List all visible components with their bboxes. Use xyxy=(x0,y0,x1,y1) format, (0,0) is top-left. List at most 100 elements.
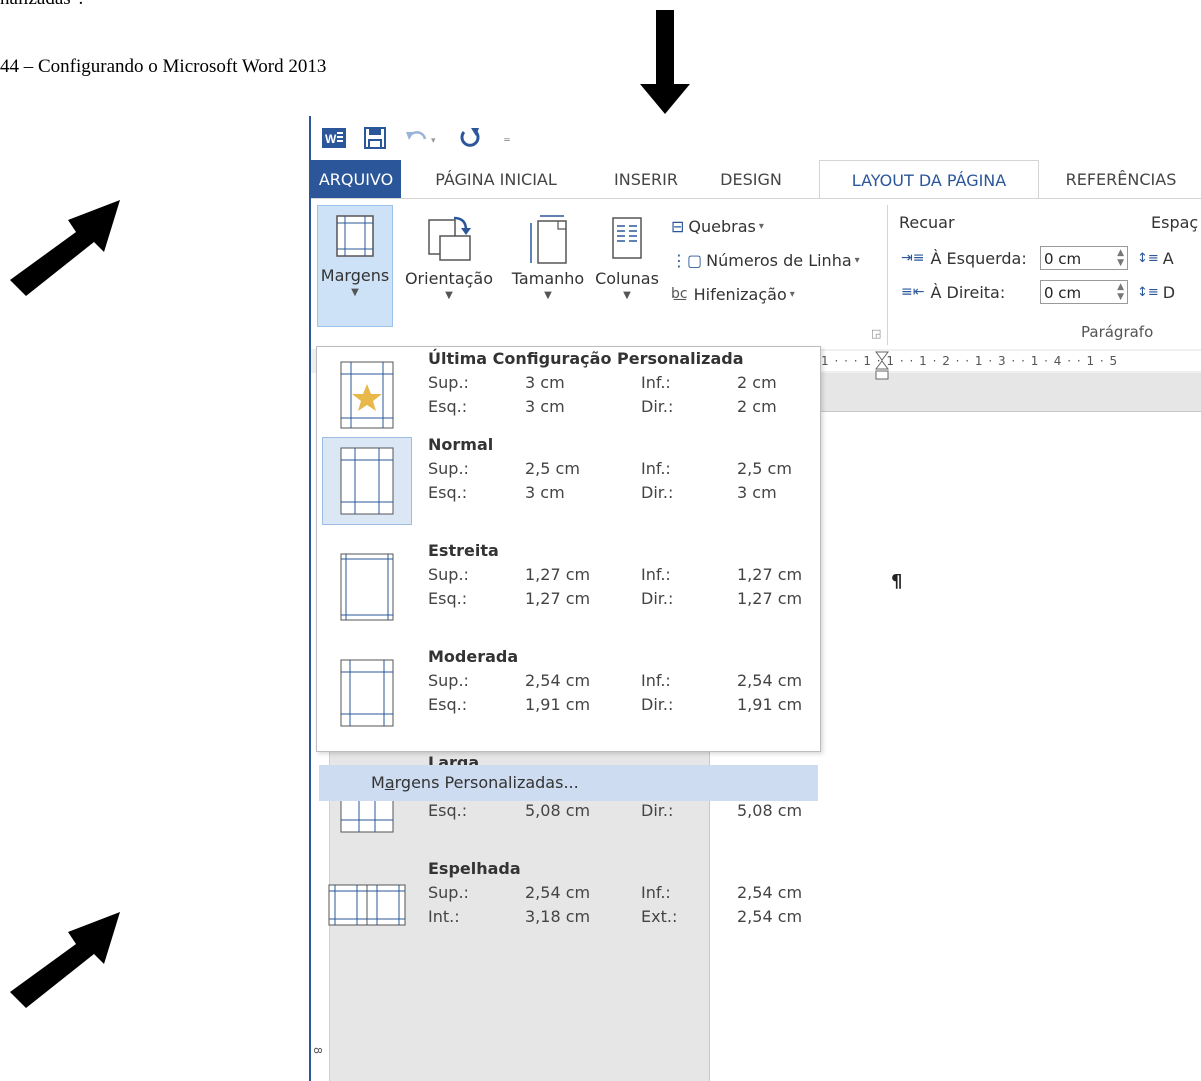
margin-label: Ext.: xyxy=(641,907,678,926)
customize-qat-icon[interactable]: ₌ xyxy=(497,124,517,152)
margens-label: Margens xyxy=(320,266,390,285)
recuo-esquerda-input[interactable]: 0 cm ▲ ▼ xyxy=(1040,246,1128,270)
star-icon xyxy=(322,351,412,439)
margin-value: 2,54 cm xyxy=(525,671,591,690)
indent-marker-icon[interactable] xyxy=(875,351,889,387)
margin-label: Esq.: xyxy=(428,483,468,502)
arrow-down-icon xyxy=(640,10,690,114)
tab-design[interactable]: DESIGN xyxy=(707,160,795,198)
margin-option-moderada[interactable]: Moderada Sup.: 2,54 cm Inf.: 2,54 cm Esq.: 1,… xyxy=(317,647,820,753)
tab-inserir[interactable]: INSERIR xyxy=(601,160,691,198)
tab-layout-da-pagina[interactable]: LAYOUT DA PÁGINA xyxy=(819,160,1039,200)
page-margins-icon xyxy=(322,437,412,525)
margin-label: Dir.: xyxy=(641,483,674,502)
margin-label: Dir.: xyxy=(641,397,674,416)
margin-label: Sup.: xyxy=(428,883,469,902)
save-icon[interactable] xyxy=(361,124,389,152)
margin-label: Int.: xyxy=(428,907,460,926)
margin-value: 1,27 cm xyxy=(737,589,803,608)
recuo-esquerda-label: ⇥≡ À Esquerda: xyxy=(901,245,1027,271)
recuo-esquerda-value: 0 cm xyxy=(1044,250,1082,268)
margin-value: 2,54 cm xyxy=(737,671,803,690)
espacamento-label: Espaç xyxy=(1151,213,1199,232)
page-setup-dialog-launcher-icon[interactable]: ◲ xyxy=(871,327,881,340)
page-margins-icon xyxy=(322,649,412,737)
margin-option-estreita[interactable]: Estreita Sup.: 1,27 cm Inf.: 1,27 cm Esq.: 1,… xyxy=(317,541,820,647)
quebras-button[interactable]: ⊟ Quebras ▾ xyxy=(671,213,764,239)
margin-label: Esq.: xyxy=(428,589,468,608)
tab-referencias[interactable]: REFERÊNCIAS xyxy=(1051,160,1191,198)
svg-text:▾: ▾ xyxy=(431,136,436,146)
margin-label: Sup.: xyxy=(428,565,469,584)
group-separator xyxy=(887,205,888,345)
margin-value: 2,54 cm xyxy=(737,907,803,926)
margens-button[interactable]: Margens ▼ xyxy=(317,205,393,327)
arrow-up-right-icon xyxy=(10,200,120,296)
margin-label: Dir.: xyxy=(641,801,674,820)
margin-label: Dir.: xyxy=(641,589,674,608)
recuar-label: Recuar xyxy=(899,213,955,232)
numeros-de-linha-button[interactable]: ⋮▢ Números de Linha ▾ xyxy=(671,247,860,273)
margin-value: 2,54 cm xyxy=(737,883,803,902)
espacamento-depois: ↕≡ D xyxy=(1137,279,1175,305)
ribbon-panel: Margens ▼ Orientação ▼ Tamanho ▼ Colunas… xyxy=(311,198,1201,350)
option-name: Moderada xyxy=(428,647,519,666)
option-name: Normal xyxy=(428,435,494,454)
option-name: Estreita xyxy=(428,541,499,560)
margin-label: Sup.: xyxy=(428,373,469,392)
columns-icon xyxy=(593,209,661,269)
chevron-down-icon: ▼ xyxy=(351,287,359,298)
recuo-direita-label: ≡⇤ À Direita: xyxy=(901,279,1005,305)
page-break-icon: ⊟ xyxy=(671,216,685,236)
margin-option-espelhada[interactable]: Espelhada Sup.: 2,54 cm Inf.: 2,54 cm Int.: 3… xyxy=(317,859,820,965)
margin-value: 1,91 cm xyxy=(737,695,803,714)
margin-label: Sup.: xyxy=(428,671,469,690)
espacamento-antes: ↕≡ A xyxy=(1137,245,1174,271)
redo-icon[interactable] xyxy=(455,124,487,152)
margin-value: 1,27 cm xyxy=(525,565,591,584)
arrow-up-right-icon xyxy=(10,912,120,1008)
margin-label: Inf.: xyxy=(641,671,671,690)
word-logo-icon: W xyxy=(321,124,347,152)
orientacao-label: Orientação xyxy=(404,269,494,288)
margin-label: Sup.: xyxy=(428,459,469,478)
chevron-down-icon: ▼ xyxy=(445,290,453,301)
margin-value: 1,91 cm xyxy=(525,695,591,714)
chevron-down-icon: ▼ xyxy=(623,290,631,301)
figure-caption: 44 – Configurando o Microsoft Word 2013 xyxy=(0,56,327,77)
hifenizacao-button[interactable]: b͟c Hifenização ▾ xyxy=(671,281,795,307)
quick-access-toolbar: W ▾ ₌ xyxy=(311,116,1201,160)
margin-value: 1,27 cm xyxy=(525,589,591,608)
margins-icon xyxy=(318,206,392,266)
recuo-direita-input[interactable]: 0 cm ▲ ▼ xyxy=(1040,280,1128,304)
chevron-down-icon: ▼ xyxy=(544,290,552,301)
option-name: Última Configuração Personalizada xyxy=(428,349,744,368)
spinner-arrows-icon[interactable]: ▲ ▼ xyxy=(1117,248,1124,268)
colunas-label: Colunas xyxy=(595,269,659,288)
margins-dropdown-menu: Última Configuração Personalizada Sup.: 3… xyxy=(316,346,821,926)
undo-icon[interactable]: ▾ xyxy=(403,124,443,152)
svg-text:W: W xyxy=(325,132,337,146)
indent-right-icon: ≡⇤ xyxy=(901,284,925,300)
tamanho-button[interactable]: Tamanho ▼ xyxy=(503,209,593,303)
page-size-icon xyxy=(503,209,593,269)
margin-label: Inf.: xyxy=(641,373,671,392)
margin-value: 5,08 cm xyxy=(525,801,591,820)
margin-value: 3 cm xyxy=(525,483,565,502)
margens-personalizadas-button[interactable]: Margens Personalizadas... xyxy=(319,765,818,801)
page-margins-icon xyxy=(322,543,412,631)
quebras-label: Quebras xyxy=(688,216,756,236)
orientacao-button[interactable]: Orientação ▼ xyxy=(399,209,499,303)
line-numbers-icon: ⋮▢ xyxy=(671,250,703,270)
margin-value: 3 cm xyxy=(525,373,565,392)
margin-option-normal[interactable]: Normal Sup.: 2,5 cm Inf.: 2,5 cm Esq.: 3 cm Di… xyxy=(317,435,820,541)
spacing-before-text: A xyxy=(1162,248,1174,268)
tamanho-label: Tamanho xyxy=(511,269,585,288)
spinner-arrows-icon[interactable]: ▲ ▼ xyxy=(1117,282,1124,302)
tab-arquivo[interactable]: ARQUIVO xyxy=(311,160,401,198)
margin-value: 2 cm xyxy=(737,373,777,392)
tab-pagina-inicial[interactable]: PÁGINA INICIAL xyxy=(411,160,581,198)
margin-value: 5,08 cm xyxy=(737,801,803,820)
margin-value: 3,18 cm xyxy=(525,907,591,926)
colunas-button[interactable]: Colunas ▼ xyxy=(593,209,661,303)
